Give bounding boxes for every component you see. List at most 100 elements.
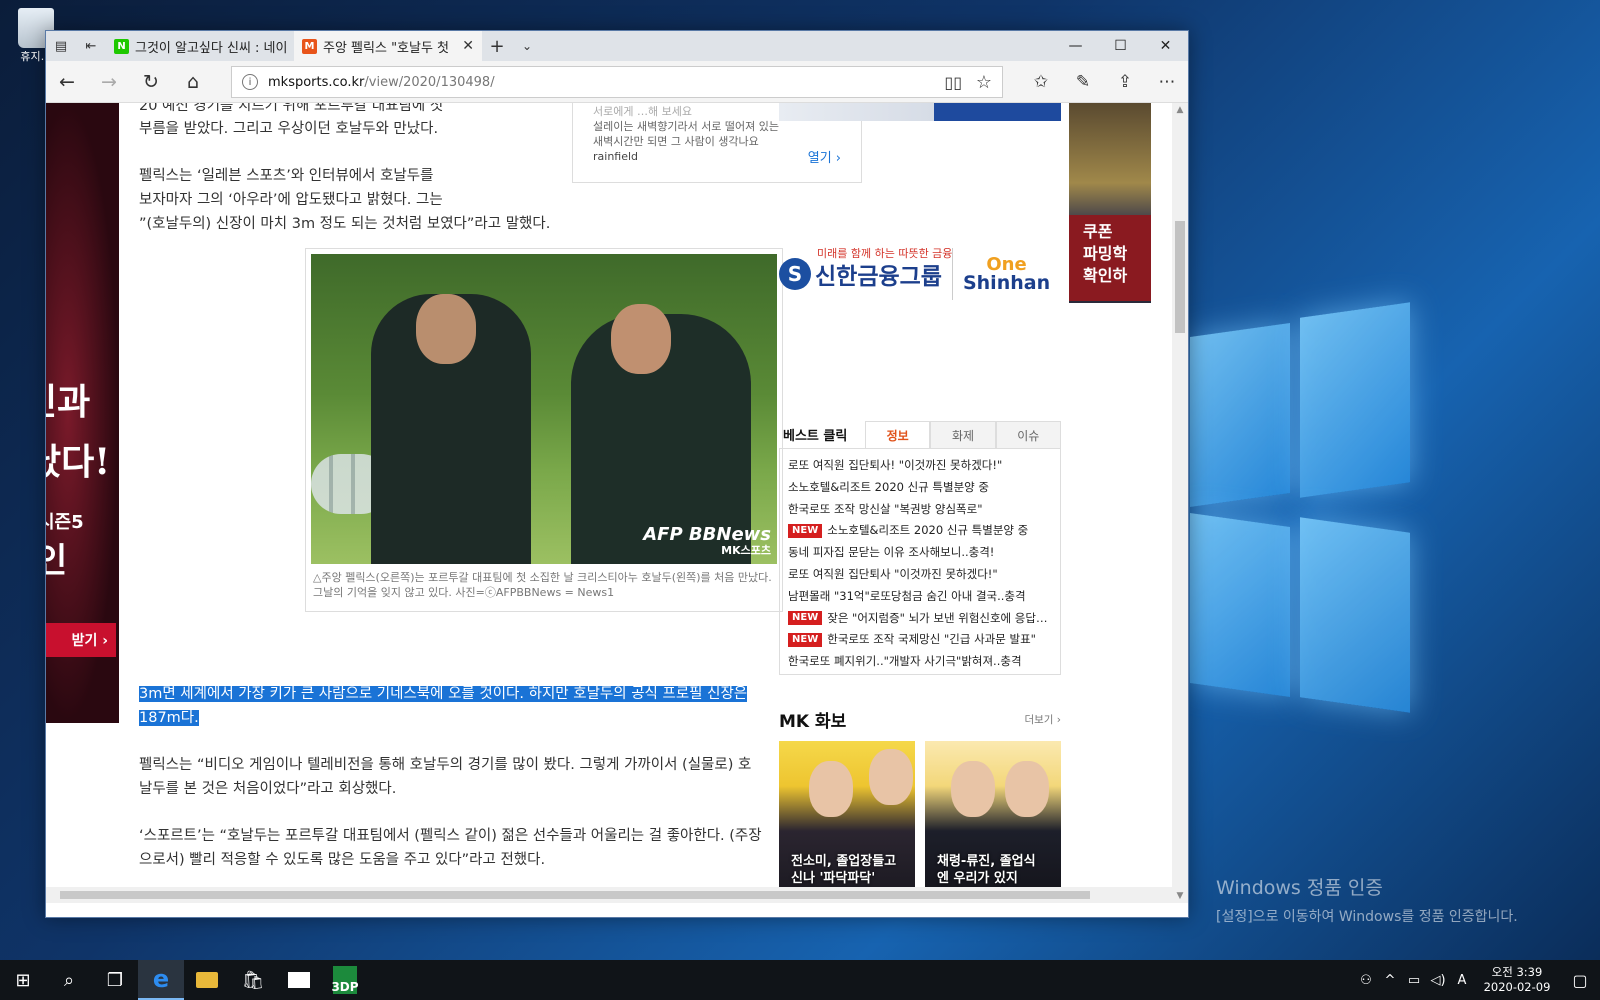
left-ad-banner[interactable]: 인과 났다! 시즌5 인 받기 › xyxy=(46,103,119,723)
tab-topic[interactable]: 화제 xyxy=(930,421,996,448)
vertical-scrollbar[interactable]: ▲ ▼ xyxy=(1172,103,1188,903)
clock[interactable]: 오전 3:39 2020-02-09 xyxy=(1480,965,1554,995)
minimize-button[interactable]: — xyxy=(1053,31,1098,61)
windows-logo-wallpaper xyxy=(1190,302,1420,713)
more-menu-icon[interactable]: ⋯ xyxy=(1146,61,1188,103)
list-item[interactable]: 로또 여직원 집단퇴사 "이것까진 못하겠다!" xyxy=(788,564,1052,586)
tab-label: 주앙 펠릭스 "호날두 첫 xyxy=(323,40,450,56)
tab-info[interactable]: 정보 xyxy=(865,421,931,448)
mail-icon[interactable] xyxy=(276,960,322,1000)
favorite-star-icon[interactable]: ☆ xyxy=(976,72,992,93)
shinhan-logo-icon: S xyxy=(779,258,811,290)
new-badge: NEW xyxy=(788,611,823,626)
maximize-button[interactable]: ☐ xyxy=(1098,31,1143,61)
list-item[interactable]: NEW 소노호텔&리조트 2020 신규 특별분양 중 xyxy=(788,520,1052,542)
list-item[interactable]: NEW 한국로또 조작 국제망신 "긴급 사과문 발표" xyxy=(788,629,1052,651)
tab-close-icon[interactable]: ✕ xyxy=(462,38,474,54)
tab-label: 그것이 알고싶다 신씨 : 네이 xyxy=(135,40,286,56)
list-item-text: 한국로또 조작 망신살 "복권방 양심폭로" xyxy=(788,501,983,516)
new-tab-button[interactable]: + xyxy=(482,31,512,61)
list-item-text: 로또 여직원 집단퇴사! "이것까진 못하겠다!" xyxy=(788,458,1003,472)
store-icon[interactable]: 🛍 xyxy=(230,960,276,1000)
address-bar[interactable]: i mksports.co.kr/view/2020/130498/ ▯▯ ☆ xyxy=(231,66,1003,98)
url-path: /view/2020/130498/ xyxy=(364,74,495,90)
gallery-caption: 엔 우리가 있지 xyxy=(937,871,1018,886)
horizontal-scrollbar[interactable] xyxy=(46,887,1174,903)
left-ad-text: 인과 xyxy=(46,381,91,423)
infobox-text: 설레이는 새벽향기라서 서로 떨어져 있는 xyxy=(593,120,780,133)
list-item-text: 잦은 "어지럼증" 뇌가 보낸 위험신호에 응답… xyxy=(827,610,1048,625)
favorites-hub-icon[interactable]: ✩ xyxy=(1020,61,1062,103)
mk-more-link[interactable]: 더보기 › xyxy=(1024,712,1061,727)
home-button[interactable]: ⌂ xyxy=(172,61,214,103)
share-icon[interactable]: ⇪ xyxy=(1104,61,1146,103)
list-item[interactable]: 남편몰래 "31억"로또당첨금 숨긴 아내 결국..충격 xyxy=(788,586,1052,608)
title-bar: ▤ ⇤ N 그것이 알고싶다 신씨 : 네이 M 주앙 펠릭스 "호날두 첫 ✕… xyxy=(46,31,1188,61)
tab-naver[interactable]: N 그것이 알고싶다 신씨 : 네이 xyxy=(106,31,294,61)
shinhan-brand: Shinhan xyxy=(962,272,1051,294)
network-icon[interactable]: ▭ xyxy=(1402,973,1426,988)
tabs-aside-icon[interactable]: ▤ xyxy=(46,31,76,61)
activation-subtitle: [설정]으로 이동하여 Windows를 정품 인증합니다. xyxy=(1216,909,1518,925)
reading-view-icon[interactable]: ▯▯ xyxy=(944,73,962,92)
close-window-button[interactable]: ✕ xyxy=(1143,31,1188,61)
scrollbar-thumb[interactable] xyxy=(60,891,1090,899)
side-ad-text: 확인하 xyxy=(1083,266,1128,285)
gallery-thumb[interactable]: 전소미, 졸업장들고신나 '파닥파닥' xyxy=(779,741,915,891)
list-item[interactable]: 한국로또 조작 망신살 "복권방 양심폭로" xyxy=(788,499,1052,521)
article-photo-figure: AFP BBNews MK스포츠 △주앙 펠릭스(오른쪽)는 포르투갈 대표팀에… xyxy=(305,248,783,612)
side-ad-text: 파밍학 xyxy=(1083,244,1128,263)
action-center-icon[interactable]: ▢ xyxy=(1560,971,1600,990)
people-icon[interactable]: ⚇ xyxy=(1354,973,1378,988)
shinhan-name: 신한금융그룹 xyxy=(815,264,942,290)
list-item[interactable]: 동네 피자집 문닫는 이유 조사해보니..충격! xyxy=(788,542,1052,564)
list-item[interactable]: NEW 잦은 "어지럼증" 뇌가 보낸 위험신호에 응답… xyxy=(788,608,1052,630)
list-item[interactable]: 한국로또 폐지위기.."개발자 사기극"밝혀져..충격 xyxy=(788,651,1052,673)
article-paragraph-highlighted[interactable]: 3m면 세계에서 가장 키가 큰 사람으로 기네스북에 오를 것이다. 하지만 … xyxy=(139,683,764,730)
gallery-caption: 채령-류진, 졸업식 xyxy=(937,854,1036,869)
forward-button[interactable]: → xyxy=(88,61,130,103)
side-coupon-ad[interactable]: 쿠폰 파밍학 확인하 xyxy=(1069,215,1151,301)
list-item-text: 동네 피자집 문닫는 이유 조사해보니..충격! xyxy=(788,545,995,560)
volume-icon[interactable]: ◁) xyxy=(1426,973,1450,988)
gallery-thumb[interactable]: 채령-류진, 졸업식엔 우리가 있지 xyxy=(925,741,1061,891)
task-view-icon[interactable]: ❐ xyxy=(92,960,138,1000)
list-item-text: 남편몰래 "31억"로또당첨금 숨긴 아내 결국..충격 xyxy=(788,588,1026,603)
left-ad-button[interactable]: 받기 › xyxy=(46,623,116,657)
app-3dp-icon[interactable]: 3DP xyxy=(322,960,368,1000)
list-item-text: 한국로또 폐지위기.."개발자 사기극"밝혀져..충격 xyxy=(788,654,1022,669)
tab-issue[interactable]: 이슈 xyxy=(995,421,1061,448)
side-ad-text: 쿠폰 xyxy=(1083,222,1113,241)
tab-preview-chevron-icon[interactable]: ⌄ xyxy=(512,31,542,61)
edge-taskbar-icon[interactable]: e xyxy=(138,960,184,1000)
activation-title: Windows 정품 인증 xyxy=(1216,877,1383,899)
scroll-up-icon[interactable]: ▲ xyxy=(1172,105,1188,115)
file-explorer-icon[interactable] xyxy=(184,960,230,1000)
search-icon[interactable]: ⌕ xyxy=(46,960,92,1000)
set-aside-tabs-icon[interactable]: ⇤ xyxy=(76,31,106,61)
naver-favicon-icon: N xyxy=(114,38,129,54)
hidden-icons-chevron-icon[interactable]: ^ xyxy=(1378,973,1402,988)
top-ad-banner[interactable] xyxy=(779,103,1061,121)
tab-mksports[interactable]: M 주앙 펠릭스 "호날두 첫 ✕ xyxy=(294,31,482,61)
gallery-caption: 전소미, 졸업장들고 xyxy=(791,854,897,869)
list-item-text: 소노호텔&리조트 2020 신규 특별분양 중 xyxy=(827,523,1029,538)
scroll-down-icon[interactable]: ▼ xyxy=(1172,891,1188,901)
notes-pen-icon[interactable]: ✎ xyxy=(1062,61,1104,103)
gallery-caption: 신나 '파닥파닥' xyxy=(791,871,876,886)
clock-date: 2020-02-09 xyxy=(1483,980,1551,994)
site-info-icon[interactable]: i xyxy=(242,74,258,90)
list-item[interactable]: 로또 여직원 집단퇴사! "이것까진 못하겠다!" xyxy=(788,455,1052,477)
start-button[interactable]: ⊞ xyxy=(0,960,46,1000)
taskbar: ⊞ ⌕ ❐ e 🛍 3DP ⚇ ^ ▭ ◁) A 오전 3:39 2020-02… xyxy=(0,960,1600,1000)
list-item-text: 로또 여직원 집단퇴사 "이것까진 못하겠다!" xyxy=(788,566,998,581)
infobox-open-link[interactable]: 열기 › xyxy=(808,151,841,166)
refresh-button[interactable]: ↻ xyxy=(130,61,172,103)
shinhan-ad[interactable]: 미래를 함께 하는 따뜻한 금융 S 신한금융그룹 One Shinhan xyxy=(779,241,1061,307)
scrollbar-thumb[interactable] xyxy=(1175,221,1185,333)
list-item-text: 한국로또 조작 국제망신 "긴급 사과문 발표" xyxy=(827,632,1036,647)
list-item[interactable]: 소노호텔&리조트 2020 신규 특별분양 중 xyxy=(788,477,1052,499)
input-language-indicator[interactable]: A xyxy=(1450,973,1474,988)
page-viewport: 인과 났다! 시즌5 인 받기 › 20 예선 경기를 치르기 위해 포르투갈 … xyxy=(46,103,1174,903)
back-button[interactable]: ← xyxy=(46,61,88,103)
